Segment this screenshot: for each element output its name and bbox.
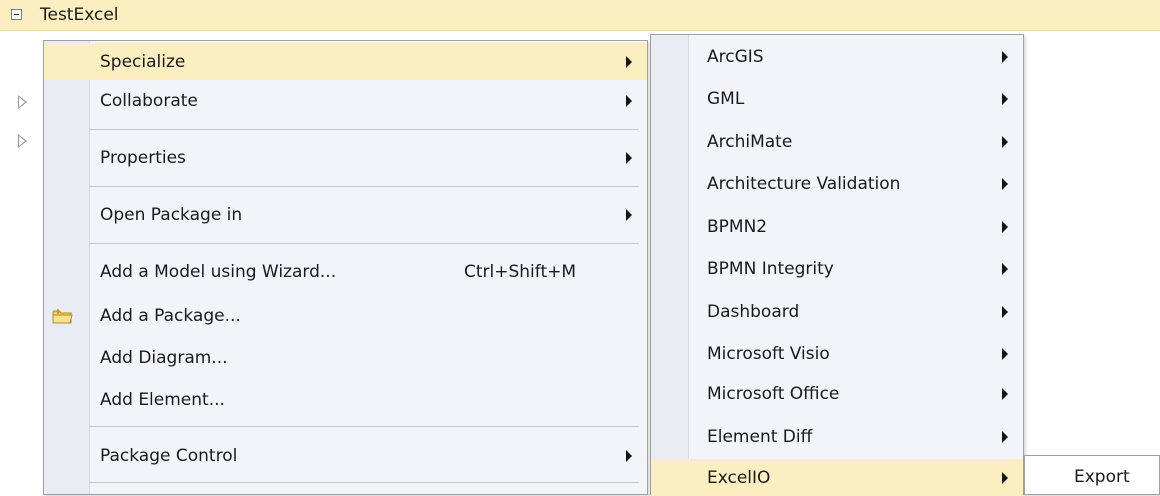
submenu-arrow-icon [1002,93,1008,105]
menu-item-label: Collaborate [100,91,198,111]
tree-node-header[interactable]: TestExcel [0,0,1160,31]
submenu-arrow-icon [1002,136,1008,148]
tree-node-title[interactable]: TestExcel [40,5,119,25]
menu-item-specialize[interactable]: Specialize [44,43,647,80]
menu-item-add-model-wizard[interactable]: Add a Model using Wizard... Ctrl+Shift+M [44,253,647,290]
menu-item-shortcut: Ctrl+Shift+M [464,262,577,282]
menu-item-add-diagram[interactable]: Add Diagram... [44,339,647,376]
submenu-arrow-icon [626,56,632,68]
specialize-submenu: ArcGIS GML ArchiMate Architecture Valida… [650,34,1024,496]
excelio-submenu: Export [1024,455,1160,495]
context-menu: Specialize Collaborate Properties Open P… [43,40,648,495]
menu-item-label: GML [707,89,745,109]
menu-item-label: Properties [100,148,186,168]
submenu-arrow-icon [1002,306,1008,318]
menu-item-label: Architecture Validation [707,174,901,194]
menu-item-add-element[interactable]: Add Element... [44,381,647,418]
menu-item-label: Add a Model using Wizard... [100,262,337,282]
expand-icon[interactable] [18,134,27,148]
menu-item-label: Export [1074,467,1130,487]
submenu-item-excelio[interactable]: ExcelIO [651,459,1023,496]
menu-item-properties[interactable]: Properties [44,139,647,176]
menu-separator [89,426,639,427]
menu-item-label: Add Element... [100,390,225,410]
submenu-arrow-icon [626,95,632,107]
submenu-arrow-icon [626,450,632,462]
menu-item-open-package-in[interactable]: Open Package in [44,196,647,233]
submenu-arrow-icon [1002,431,1008,443]
menu-item-label: Specialize [100,52,186,72]
submenu-arrow-icon [1002,348,1008,360]
menu-item-label: BPMN2 [707,217,768,237]
submenu-item-bpmn2[interactable]: BPMN2 [651,208,1023,245]
menu-separator [89,129,639,130]
submenu-item-bpmn-integrity[interactable]: BPMN Integrity [651,250,1023,287]
submenu-item-archimate[interactable]: ArchiMate [651,123,1023,160]
submenu-item-gml[interactable]: GML [651,80,1023,117]
submenu-item-microsoft-office[interactable]: Microsoft Office [651,375,1023,412]
menu-separator [89,243,639,244]
menu-item-label: Microsoft Visio [707,344,830,364]
menu-item-package-control[interactable]: Package Control [44,437,647,474]
expand-icon[interactable] [18,95,27,109]
menu-item-label: BPMN Integrity [707,259,834,279]
submenu-arrow-icon [1002,388,1008,400]
menu-separator [89,482,639,483]
submenu-item-dashboard[interactable]: Dashboard [651,293,1023,330]
submenu-item-architecture-validation[interactable]: Architecture Validation [651,165,1023,202]
submenu-item-element-diff[interactable]: Element Diff [651,418,1023,455]
menu-item-label: ExcelIO [707,468,771,488]
menu-item-collaborate[interactable]: Collaborate [44,82,647,119]
submenu-arrow-icon [1002,221,1008,233]
menu-item-label: Open Package in [100,205,243,225]
submenu-item-arcgis[interactable]: ArcGIS [651,38,1023,75]
menu-item-add-package[interactable]: Add a Package... [44,297,647,334]
collapse-icon[interactable] [11,9,22,20]
folder-icon [52,309,73,324]
menu-item-label: ArchiMate [707,132,793,152]
submenu-arrow-icon [626,152,632,164]
submenu-arrow-icon [1002,263,1008,275]
submenu-arrow-icon [626,209,632,221]
submenu-arrow-icon [1002,472,1008,484]
menu-item-label: ArcGIS [707,47,764,67]
menu-item-label: Element Diff [707,427,813,447]
menu-item-label: Package Control [100,446,238,466]
menu-item-label: Dashboard [707,302,800,322]
submenu-item-export[interactable]: Export [1025,458,1159,495]
menu-item-label: Add Diagram... [100,348,228,368]
submenu-arrow-icon [1002,51,1008,63]
submenu-item-microsoft-visio[interactable]: Microsoft Visio [651,335,1023,372]
menu-separator [89,186,639,187]
submenu-arrow-icon [1002,178,1008,190]
menu-item-label: Add a Package... [100,306,241,326]
menu-item-label: Microsoft Office [707,384,840,404]
